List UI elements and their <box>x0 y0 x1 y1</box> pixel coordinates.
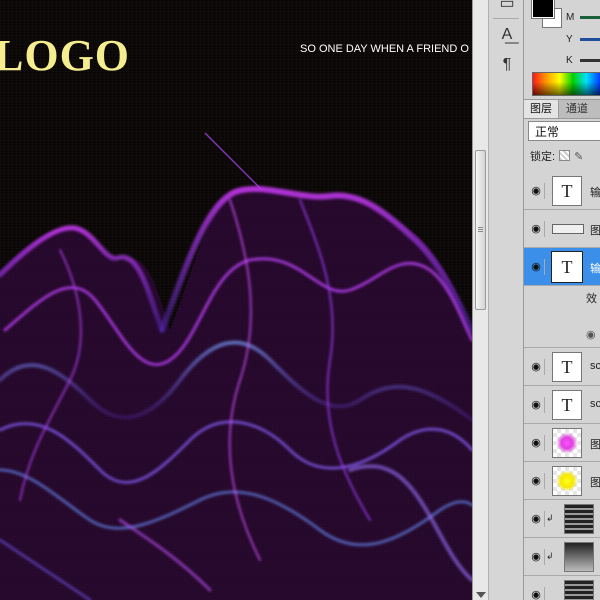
text-layer-thumbnail: T <box>552 352 582 382</box>
visibility-eye-icon[interactable]: ◉ <box>528 435 545 451</box>
effect-item-row[interactable]: ◉ <box>524 308 600 348</box>
layer-name: sc <box>590 398 600 410</box>
color-panel: M Y K <box>524 0 600 97</box>
layer-name: 图 <box>590 439 600 451</box>
paragraph-panel-icon[interactable]: ¶ <box>496 54 518 76</box>
channel-label-m: M <box>566 12 575 23</box>
panel-icon-strip: ▭ A͟ ¶ <box>488 0 523 600</box>
lock-row: 锁定: ✎ <box>530 148 583 164</box>
document-canvas[interactable]: LOGO SO ONE DAY WHEN A FRIEND O <box>0 0 472 600</box>
effects-label: 效 <box>586 293 597 305</box>
layer-row[interactable]: ◉ 图 <box>524 424 600 462</box>
tab-channels[interactable]: 通道 <box>560 100 594 118</box>
layer-row[interactable]: ◉ 图 <box>524 210 600 248</box>
visibility-eye-icon[interactable]: ◉ <box>528 511 545 527</box>
effect-visibility-eye-icon[interactable]: ◉ <box>586 328 596 341</box>
right-panel: M Y K 图层 通道 正常 锁定: ✎ ◉ T 输 ◉ 图 ◉ T 输 效 ◉… <box>523 0 600 600</box>
channel-slider-y[interactable] <box>580 38 600 41</box>
layer-row[interactable]: ◉ ↲ <box>524 538 600 576</box>
lock-transparency-icon[interactable] <box>559 150 571 161</box>
character-panel-icon[interactable]: A͟ <box>496 24 518 46</box>
scroll-down-arrow-icon[interactable] <box>476 592 486 598</box>
visibility-eye-icon[interactable]: ◉ <box>528 587 545 600</box>
layer-row[interactable]: ◉ ↲ <box>524 500 600 538</box>
smoke-wave-artwork <box>0 132 472 600</box>
visibility-eye-icon[interactable]: ◉ <box>528 397 545 413</box>
foreground-color-swatch[interactable] <box>531 0 555 19</box>
text-layer-thumbnail: T <box>552 390 582 420</box>
layer-row[interactable]: ◉ <box>524 576 600 600</box>
strip-divider <box>493 18 519 19</box>
canvas-vertical-scrollbar[interactable] <box>472 0 488 600</box>
text-layer-thumbnail: T <box>552 176 582 206</box>
tab-layers[interactable]: 图层 <box>524 100 559 118</box>
layer-name: 图 <box>590 225 600 237</box>
magenta-glow-thumbnail <box>552 428 582 458</box>
channel-label-y: Y <box>566 34 573 45</box>
channel-label-k: K <box>566 55 573 66</box>
layer-name: sc <box>590 360 600 372</box>
clipping-arrow-icon: ↲ <box>546 551 554 561</box>
dock-icon[interactable]: ▭ <box>496 0 518 14</box>
yellow-glow-thumbnail <box>552 466 582 496</box>
visibility-eye-icon[interactable]: ◉ <box>528 359 545 375</box>
channel-slider-k[interactable] <box>580 59 600 62</box>
visibility-eye-icon[interactable]: ◉ <box>528 259 545 275</box>
clipping-arrow-icon: ↲ <box>546 513 554 523</box>
blend-mode-select[interactable]: 正常 <box>528 121 600 141</box>
layer-row[interactable]: ◉ T sc <box>524 386 600 424</box>
adjustment-layer-thumbnail <box>564 504 594 534</box>
layer-row[interactable]: ◉ 图 <box>524 462 600 500</box>
adjustment-layer-thumbnail <box>564 580 594 600</box>
visibility-eye-icon[interactable]: ◉ <box>528 183 545 199</box>
visibility-eye-icon[interactable]: ◉ <box>528 221 545 237</box>
layer-effects-row[interactable]: 效 <box>524 286 600 308</box>
visibility-eye-icon[interactable]: ◉ <box>528 473 545 489</box>
layer-name: 输 <box>590 263 600 275</box>
channel-slider-m[interactable] <box>580 16 600 19</box>
lock-image-icon[interactable]: ✎ <box>574 150 583 163</box>
logo-text: LOGO <box>0 31 131 80</box>
layer-name: 图 <box>590 477 600 489</box>
layer-name: 输 <box>590 187 600 199</box>
layer-row-selected[interactable]: ◉ T 输 <box>524 248 600 286</box>
panel-tabs: 图层 通道 <box>524 99 600 119</box>
lock-label: 锁定: <box>530 151 556 163</box>
text-layer-thumbnail: T <box>551 251 583 283</box>
visibility-eye-icon[interactable]: ◉ <box>528 549 545 565</box>
scrollbar-thumb[interactable] <box>475 150 486 310</box>
layer-row[interactable]: ◉ T 输 <box>524 172 600 210</box>
grip-icon <box>478 227 483 228</box>
color-spectrum-bar[interactable] <box>532 72 600 96</box>
tagline-text: SO ONE DAY WHEN A FRIEND O <box>300 43 469 55</box>
adjustment-layer-thumbnail <box>564 542 594 572</box>
layer-row[interactable]: ◉ T sc <box>524 348 600 386</box>
shape-layer-thumbnail <box>552 224 584 234</box>
